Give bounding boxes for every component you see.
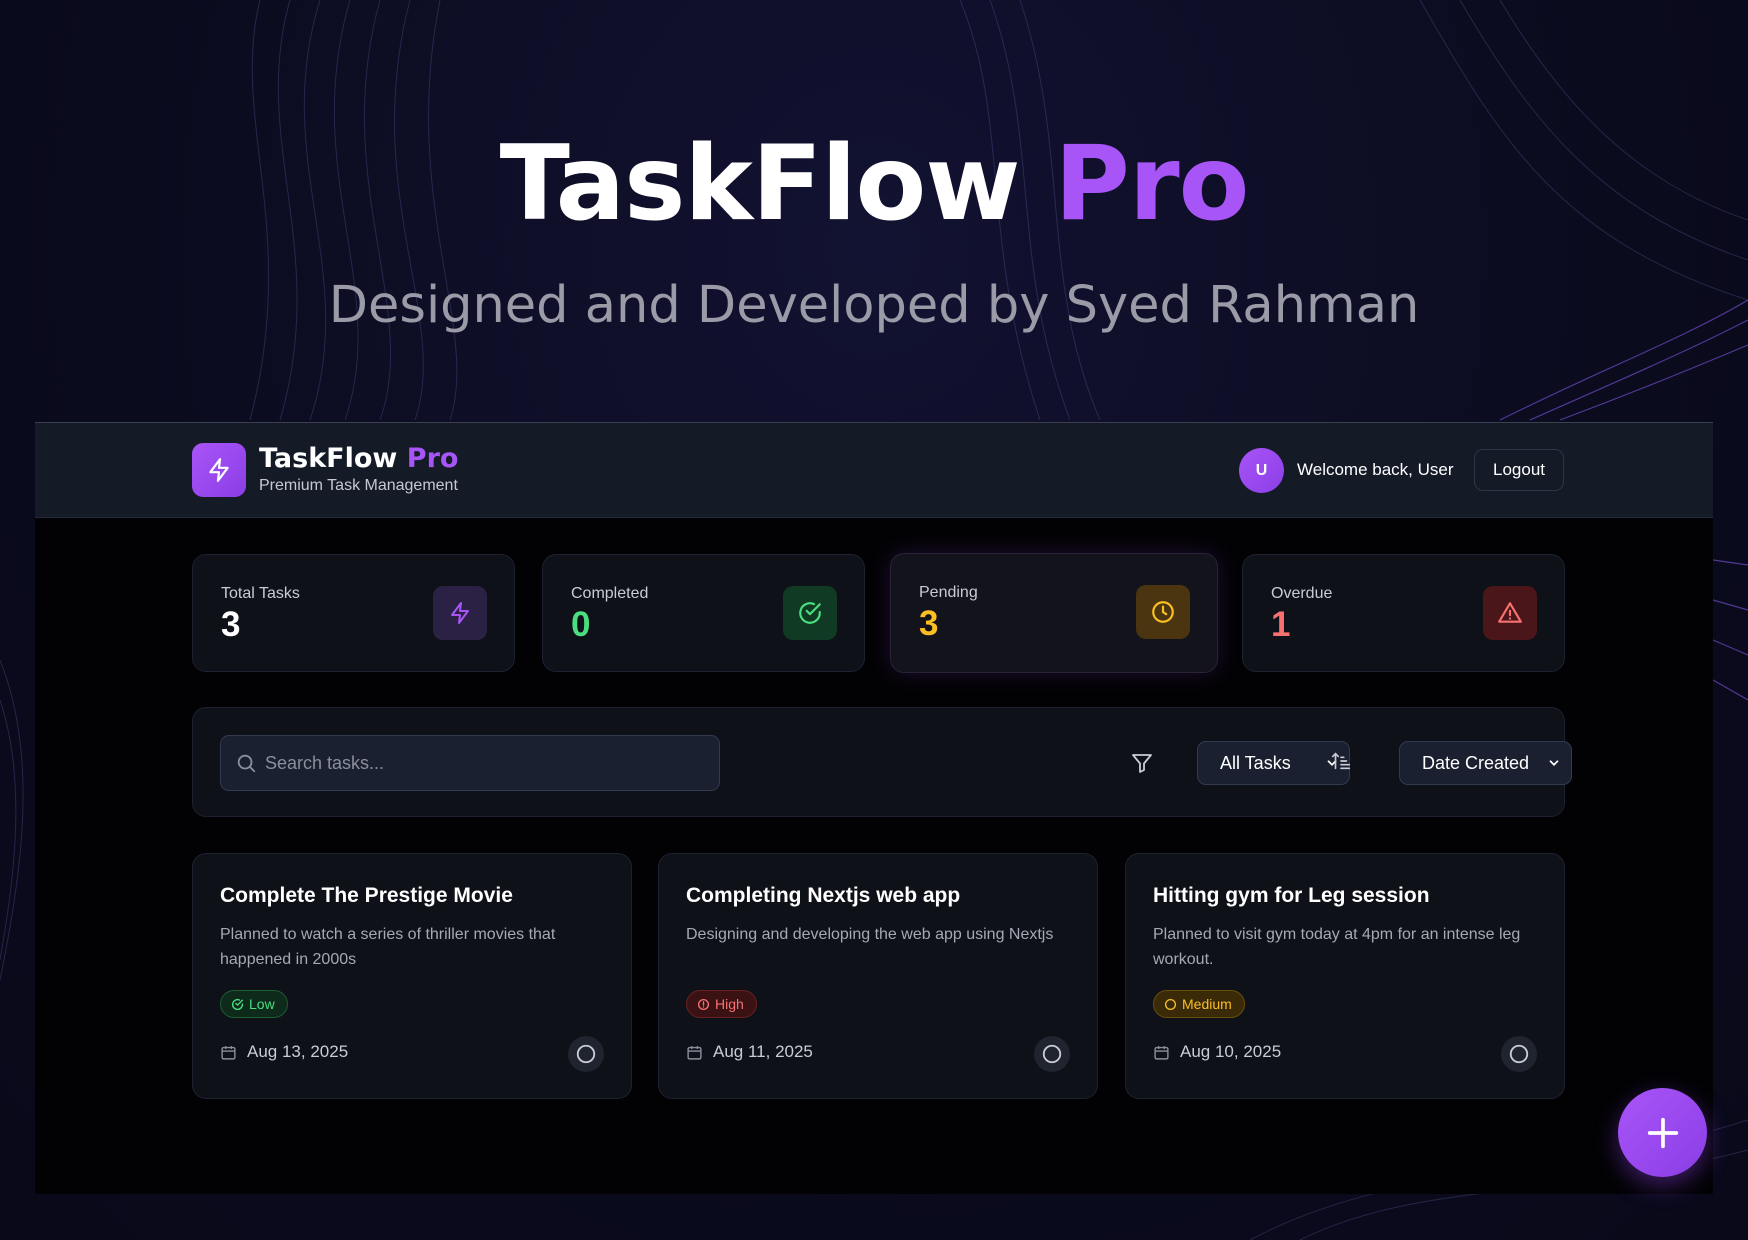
app-logo[interactable] bbox=[192, 443, 246, 497]
promo-poster: TaskFlow Pro Designed and Developed by S… bbox=[0, 0, 1748, 1240]
task-date: Aug 11, 2025 bbox=[686, 1042, 813, 1062]
task-date-text: Aug 11, 2025 bbox=[713, 1042, 813, 1061]
priority-label: High bbox=[715, 996, 744, 1012]
logout-button[interactable]: Logout bbox=[1474, 449, 1564, 491]
sort-select-value: Date Created bbox=[1422, 753, 1530, 773]
lightning-icon bbox=[209, 458, 229, 482]
clock-icon bbox=[1152, 601, 1174, 623]
task-card[interactable]: Hitting gym for Leg session Planned to v… bbox=[1125, 853, 1565, 1099]
sort-icon bbox=[1331, 752, 1351, 770]
task-date-text: Aug 10, 2025 bbox=[1180, 1042, 1282, 1061]
priority-badge-low: Low bbox=[220, 990, 288, 1018]
stat-card-pending: Pending 3 bbox=[890, 553, 1218, 673]
circle-icon bbox=[576, 1044, 596, 1064]
circle-icon bbox=[1164, 998, 1177, 1010]
task-date-text: Aug 13, 2025 bbox=[247, 1042, 349, 1061]
alert-circle-icon bbox=[697, 998, 710, 1010]
circle-icon bbox=[1509, 1044, 1529, 1064]
task-description: Planned to visit gym today at 4pm for an… bbox=[1153, 926, 1521, 968]
task-description: Designing and developing the web app usi… bbox=[686, 926, 1054, 943]
sort-select[interactable]: Date Created bbox=[1399, 741, 1572, 785]
stat-label: Pending bbox=[919, 584, 978, 601]
complete-toggle-button[interactable] bbox=[1034, 1036, 1070, 1072]
calendar-icon bbox=[687, 1045, 702, 1060]
priority-badge-high: High bbox=[686, 990, 757, 1018]
task-title: Hitting gym for Leg session bbox=[1153, 884, 1430, 907]
top-navbar: TaskFlow Pro Premium Task Management U W… bbox=[35, 423, 1713, 518]
task-description: Planned to watch a series of thriller mo… bbox=[220, 926, 556, 968]
stat-value: 3 bbox=[221, 605, 241, 644]
welcome-text: Welcome back, User bbox=[1297, 460, 1454, 479]
hero-title-accent: Pro bbox=[1054, 124, 1249, 244]
complete-toggle-button[interactable] bbox=[568, 1036, 604, 1072]
priority-label: Medium bbox=[1182, 996, 1232, 1012]
warning-icon bbox=[1498, 602, 1522, 623]
avatar[interactable]: U bbox=[1239, 448, 1284, 493]
search-icon bbox=[237, 754, 256, 773]
complete-toggle-button[interactable] bbox=[1501, 1036, 1537, 1072]
status-filter-select[interactable]: All Tasks bbox=[1197, 741, 1350, 785]
filter-icon bbox=[1132, 754, 1152, 773]
app-window: TaskFlow Pro Premium Task Management U W… bbox=[35, 422, 1713, 1194]
task-title: Complete The Prestige Movie bbox=[220, 884, 513, 907]
task-card[interactable]: Completing Nextjs web app Designing and … bbox=[658, 853, 1098, 1099]
hero-title-main: TaskFlow bbox=[499, 124, 1021, 244]
circle-icon bbox=[1042, 1044, 1062, 1064]
stat-icon-box bbox=[1483, 586, 1537, 640]
calendar-icon bbox=[221, 1045, 236, 1060]
stat-label: Total Tasks bbox=[221, 585, 300, 602]
status-filter-value: All Tasks bbox=[1220, 753, 1291, 773]
stat-card-overdue: Overdue 1 bbox=[1242, 554, 1565, 672]
search-input[interactable] bbox=[265, 736, 705, 790]
task-title: Completing Nextjs web app bbox=[686, 884, 961, 907]
stat-label: Completed bbox=[571, 585, 649, 602]
stat-icon-box bbox=[783, 586, 837, 640]
chevron-down-icon bbox=[1549, 760, 1559, 766]
priority-badge-medium: Medium bbox=[1153, 990, 1245, 1018]
plus-icon bbox=[1647, 1117, 1678, 1148]
calendar-icon bbox=[1154, 1045, 1169, 1060]
lightning-icon bbox=[451, 602, 469, 624]
hero-title: TaskFlow Pro bbox=[0, 124, 1748, 244]
stat-card-completed: Completed 0 bbox=[542, 554, 865, 672]
brand-name-main: TaskFlow bbox=[259, 443, 398, 474]
brand-name-accent: Pro bbox=[406, 443, 459, 474]
brand-name: TaskFlow Pro bbox=[259, 443, 458, 474]
stat-icon-box bbox=[1136, 585, 1190, 639]
stat-value: 3 bbox=[919, 604, 939, 643]
filter-bar: All Tasks Date Created bbox=[192, 707, 1572, 817]
search-box[interactable] bbox=[220, 735, 720, 791]
task-card[interactable]: Complete The Prestige Movie Planned to w… bbox=[192, 853, 632, 1099]
stat-value: 1 bbox=[1271, 605, 1291, 644]
hero-subtitle: Designed and Developed by Syed Rahman bbox=[328, 276, 1420, 335]
add-task-button[interactable] bbox=[1618, 1088, 1707, 1177]
stat-card-total: Total Tasks 3 bbox=[192, 554, 515, 672]
brand-tagline: Premium Task Management bbox=[259, 477, 458, 494]
stat-icon-box bbox=[433, 586, 487, 640]
brand: TaskFlow Pro Premium Task Management bbox=[259, 443, 458, 495]
check-circle-icon bbox=[232, 998, 244, 1010]
task-date: Aug 10, 2025 bbox=[1153, 1042, 1281, 1062]
check-circle-icon bbox=[799, 602, 821, 624]
task-date: Aug 13, 2025 bbox=[220, 1042, 348, 1062]
priority-label: Low bbox=[249, 996, 275, 1012]
stat-value: 0 bbox=[571, 605, 591, 644]
stat-label: Overdue bbox=[1271, 585, 1333, 602]
